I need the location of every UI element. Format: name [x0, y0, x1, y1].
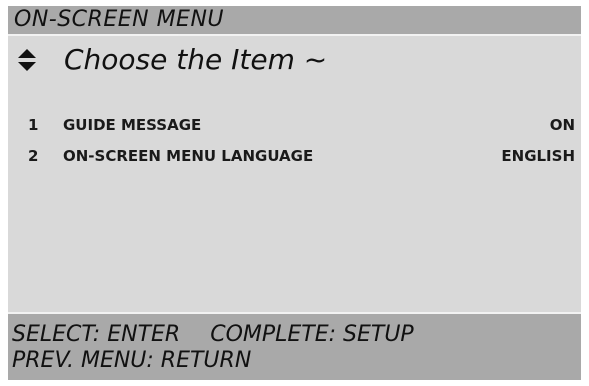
menu-item-guide-message[interactable]: 1 GUIDE MESSAGE ON [8, 112, 581, 138]
menu-item-label: ON-SCREEN MENU LANGUAGE [63, 147, 314, 165]
complete-hint: COMPLETE: SETUP [210, 322, 414, 347]
on-screen-menu: ON-SCREEN MENU Choose the Item ~ 1 GUIDE… [8, 6, 581, 380]
footer-line-2: PREV. MENU: RETURN [12, 348, 251, 374]
title-divider [8, 34, 581, 36]
footer-hints: SELECT: ENTER COMPLETE: SETUP PREV. MENU:… [8, 314, 581, 380]
title-bar: ON-SCREEN MENU [8, 6, 581, 34]
up-down-triangles-icon [18, 49, 36, 71]
menu-item-number: 2 [28, 147, 39, 165]
prev-menu-hint: PREV. MENU: RETURN [12, 348, 252, 373]
footer-line-1: SELECT: ENTER COMPLETE: SETUP [12, 322, 414, 348]
menu-item-number: 1 [28, 116, 39, 134]
prompt-text: Choose the Item ~ [64, 43, 328, 76]
select-hint: SELECT: ENTER [12, 322, 181, 347]
menu-item-value: ON [549, 116, 575, 134]
menu-item-on-screen-menu-language[interactable]: 2 ON-SCREEN MENU LANGUAGE ENGLISH [8, 143, 581, 169]
menu-title: ON-SCREEN MENU [14, 7, 225, 32]
menu-item-label: GUIDE MESSAGE [63, 116, 202, 134]
menu-item-value: ENGLISH [501, 147, 575, 165]
